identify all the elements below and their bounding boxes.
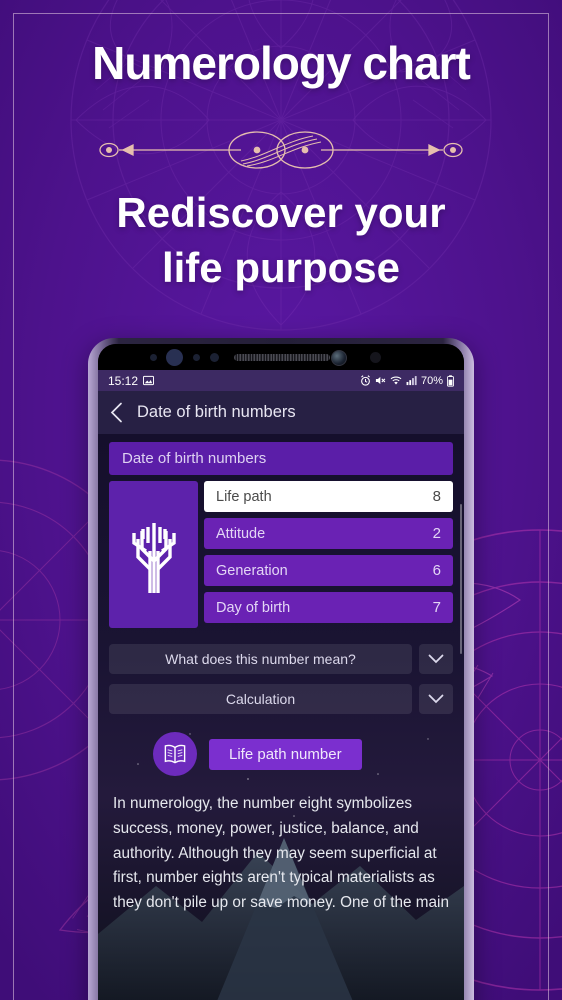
- number-row-life-path[interactable]: Life path 8: [204, 481, 453, 512]
- section-heading: Life path number: [109, 732, 453, 776]
- image-icon: [143, 375, 155, 386]
- numbers-list: Life path 8 Attitude 2 Generation 6 Day …: [204, 481, 453, 628]
- accordion-group: What does this number mean? Calculation: [109, 644, 453, 714]
- ir-sensor-icon: [210, 353, 219, 362]
- chevron-down-icon[interactable]: [419, 684, 453, 714]
- number-label: Attitude: [216, 525, 266, 542]
- number-label: Generation: [216, 562, 288, 579]
- number-value: 8: [432, 488, 441, 505]
- subtitle-line-1: Rediscover your: [116, 189, 446, 236]
- accordion-calculation[interactable]: Calculation: [109, 684, 453, 714]
- number-value: 2: [432, 525, 441, 542]
- number-row-attitude[interactable]: Attitude 2: [204, 518, 453, 549]
- content-wrapper: Date of birth numbers Life path 8 Attitu…: [98, 434, 464, 916]
- open-book-icon: [153, 732, 197, 776]
- page-subtitle: Rediscover your life purpose: [0, 185, 562, 296]
- signal-bars-icon: [406, 376, 417, 386]
- accordion-label[interactable]: What does this number mean?: [109, 644, 412, 674]
- phone-bezel: [98, 344, 464, 370]
- app-bar-title: Date of birth numbers: [137, 403, 296, 421]
- number-value: 6: [432, 562, 441, 579]
- chevron-left-icon[interactable]: [110, 402, 123, 423]
- battery-icon: [447, 374, 454, 387]
- card-header: Date of birth numbers: [109, 442, 453, 475]
- front-camera-icon: [331, 350, 347, 366]
- speaker-grille-icon: [234, 354, 330, 361]
- scrollbar[interactable]: [459, 504, 462, 654]
- volume-mute-icon: [375, 376, 386, 385]
- app-content: Date of birth numbers Life path 8 Attitu…: [98, 434, 464, 1000]
- proximity-sensor-icon: [150, 354, 157, 361]
- phone-screen: 15:12 70% Date of birth numbers Date of …: [98, 344, 464, 1000]
- chevron-down-icon[interactable]: [419, 644, 453, 674]
- iris-sensor-icon: [166, 349, 183, 366]
- status-bar: 15:12 70%: [98, 370, 464, 391]
- alarm-icon: [361, 375, 370, 386]
- accordion-meaning[interactable]: What does this number mean?: [109, 644, 453, 674]
- number-row-day-of-birth[interactable]: Day of birth 7: [204, 592, 453, 623]
- tree-of-life-icon: [109, 481, 198, 628]
- life-path-badge: Life path number: [209, 738, 362, 770]
- infinity-flourish-ornament: [99, 131, 463, 169]
- flash-sensor-icon: [370, 352, 381, 363]
- number-row-generation[interactable]: Generation 6: [204, 555, 453, 586]
- description-text: In numerology, the number eight symboliz…: [113, 795, 449, 912]
- app-bar: Date of birth numbers: [98, 391, 464, 434]
- wifi-icon: [390, 376, 402, 385]
- promo-screenshot: Numerology chart Rediscover your life pu…: [0, 0, 562, 1000]
- number-label: Life path: [216, 488, 272, 505]
- phone-mockup: 15:12 70% Date of birth numbers Date of …: [88, 338, 474, 1000]
- page-title: Numerology chart: [92, 37, 471, 89]
- battery-percent: 70%: [420, 374, 443, 387]
- numbers-card: Life path 8 Attitude 2 Generation 6 Day …: [109, 481, 453, 628]
- number-label: Day of birth: [216, 599, 291, 616]
- accordion-label[interactable]: Calculation: [109, 684, 412, 714]
- status-time: 15:12: [108, 373, 139, 388]
- subtitle-line-2: life purpose: [161, 244, 401, 292]
- light-sensor-icon: [193, 354, 200, 361]
- number-value: 7: [432, 599, 441, 616]
